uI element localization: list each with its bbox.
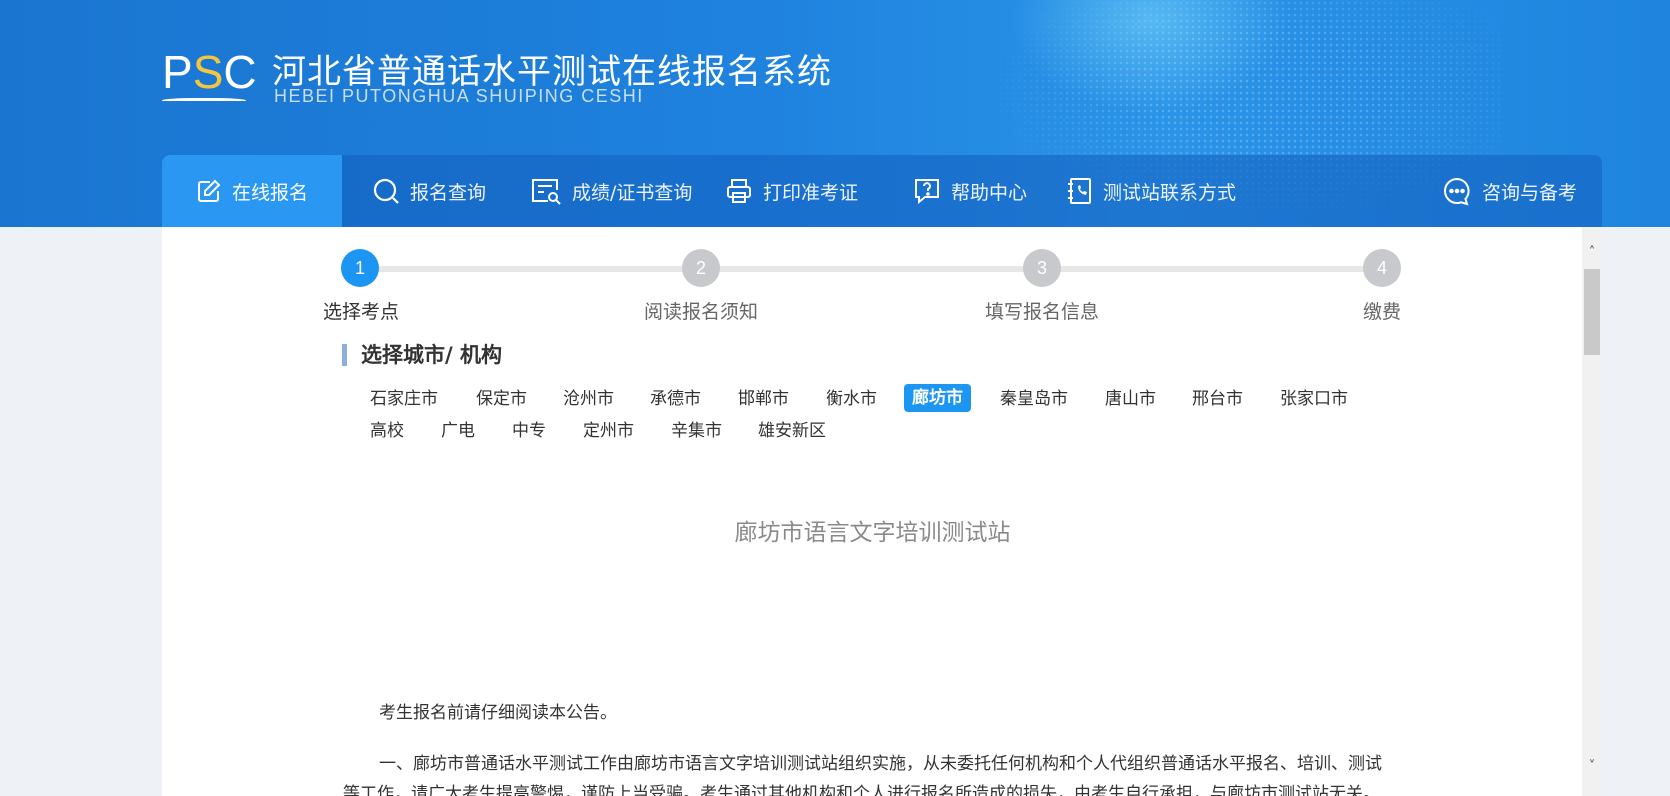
scroll-down-icon[interactable]: ˅: [1584, 759, 1600, 775]
nav-consult-and-prepare[interactable]: 咨询与备考: [1442, 155, 1577, 227]
edit-icon: [197, 179, 221, 202]
certificate-search-icon: [532, 179, 561, 205]
book-icon: [162, 98, 246, 104]
psc-logo: PSC: [162, 48, 257, 106]
scroll-up-icon[interactable]: ˄: [1584, 245, 1600, 261]
phone-book-icon: [1068, 178, 1091, 204]
notice-paragraph-1: 一、廊坊市普通话水平测试工作由廊坊市语言文字培训测试站组织实施，从未委托任何机构…: [343, 754, 1382, 796]
notice-intro: 考生报名前请仔细阅读本公告。: [379, 703, 617, 723]
nav-registration-query[interactable]: 报名查询: [372, 155, 486, 227]
nav-help-center[interactable]: 帮助中心: [913, 155, 1027, 227]
printer-icon: [727, 179, 751, 203]
site-subtitle: HEBEI PUTONGHUA SHUIPING CESHI: [274, 86, 644, 106]
search-icon: [373, 178, 399, 204]
vertical-scrollbar[interactable]: ˄ ˅: [1582, 227, 1602, 796]
nav-score-certificate-query[interactable]: 成绩/证书查询: [530, 155, 692, 227]
scrollbar-thumb[interactable]: [1584, 269, 1600, 355]
nav-test-station-contacts[interactable]: 测试站联系方式: [1065, 155, 1236, 227]
help-icon: [915, 179, 939, 205]
nav-print-admission-ticket[interactable]: 打印准考证: [725, 155, 858, 227]
main-nav: 在线报名 报名查询 成绩/证书查询 打印准考证 帮助中心 测试站联系方式 咨询与…: [162, 155, 1602, 227]
chat-icon: [1444, 177, 1470, 206]
notice-clip: 考生报名前请仔细阅读本公告。 一、廊坊市普通话水平测试工作由廊坊市语言文字培训测…: [162, 227, 1582, 796]
header-banner: PSC 河北省普通话水平测试在线报名系统 HEBEI PUTONGHUA SHU…: [0, 0, 1670, 227]
nav-online-registration[interactable]: 在线报名: [162, 155, 342, 227]
